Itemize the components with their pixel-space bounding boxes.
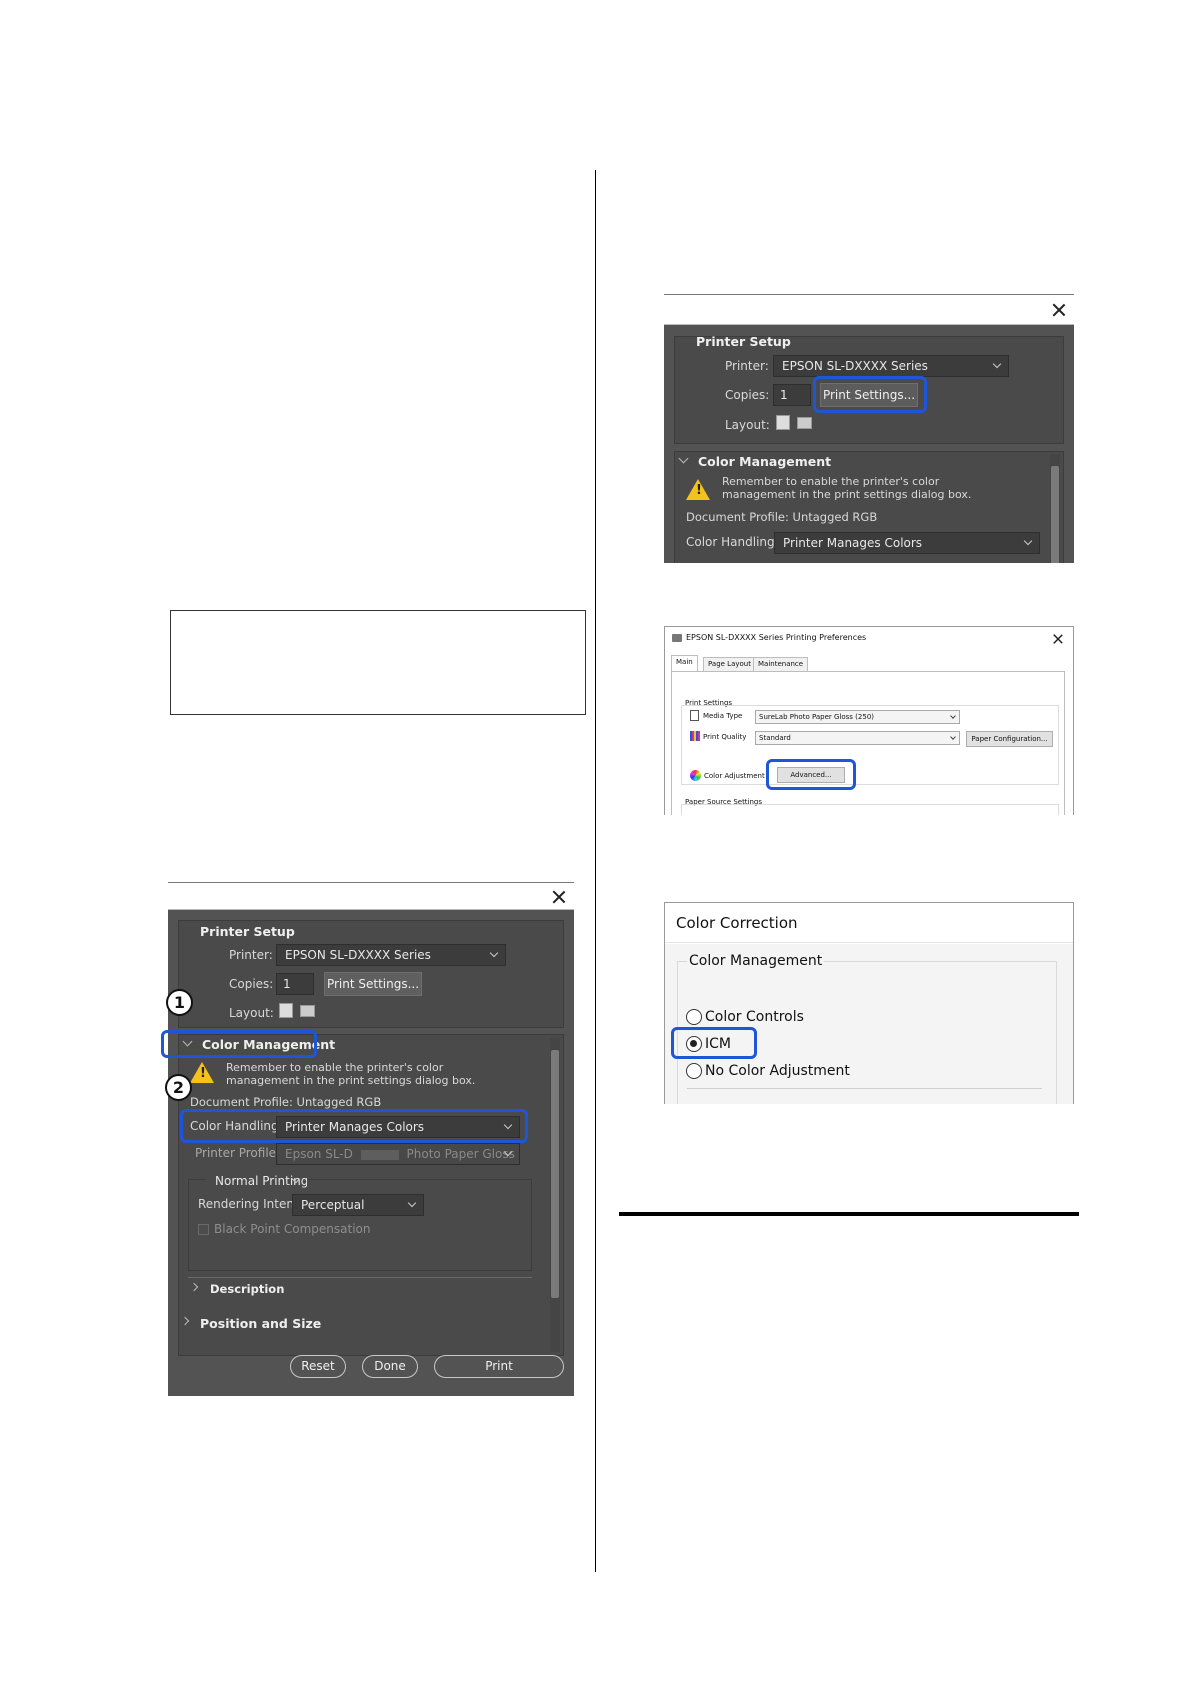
scrollbar-thumb[interactable] — [1051, 466, 1059, 563]
paper-source-group — [681, 804, 1059, 815]
document-profile-text: Document Profile: Untagged RGB — [686, 510, 878, 524]
normal-printing-select[interactable]: Normal Printing — [206, 1170, 308, 1192]
layout-label: Layout: — [229, 1006, 274, 1020]
color-controls-label[interactable]: Color Controls — [705, 1009, 804, 1025]
print-quality-select[interactable]: Standard — [755, 731, 960, 745]
color-adjustment-icon — [690, 770, 701, 781]
warning-icon: ! — [190, 1062, 214, 1083]
layout-label: Layout: — [725, 418, 770, 432]
color-management-title[interactable]: Color Management — [698, 454, 831, 469]
scrollbar-thumb[interactable] — [551, 1050, 559, 1298]
printer-select[interactable]: EPSON SL-DXXXX Series — [276, 944, 506, 966]
printer-label: Printer: — [725, 359, 769, 373]
landscape-layout-icon[interactable] — [797, 417, 812, 429]
copies-input[interactable]: 1 — [276, 973, 314, 995]
close-icon[interactable] — [1052, 303, 1066, 317]
color-correction-title: Color Correction — [676, 914, 798, 932]
note-box — [170, 610, 586, 715]
reset-button[interactable]: Reset — [290, 1355, 346, 1378]
document-profile-text: Document Profile: Untagged RGB — [190, 1095, 382, 1109]
media-type-icon — [690, 710, 699, 721]
print-settings-callout — [813, 376, 927, 413]
color-controls-radio[interactable] — [686, 1009, 702, 1025]
rendering-intent-label: Rendering Intent: — [198, 1197, 303, 1211]
warning-icon: ! — [686, 479, 710, 500]
color-handling-label: Color Handling: — [686, 535, 779, 549]
black-point-checkbox — [198, 1224, 209, 1235]
tab-main[interactable]: Main — [671, 655, 698, 671]
no-color-adjustment-radio[interactable] — [686, 1063, 702, 1079]
printer-profile-select: Epson SL-D Photo Paper Gloss — [276, 1143, 520, 1165]
media-type-select[interactable]: SureLab Photo Paper Gloss (250) — [755, 710, 960, 724]
printer-profile-text-b: Photo Paper Gloss — [406, 1147, 515, 1161]
column-divider — [595, 170, 596, 1572]
position-size-section[interactable]: Position and Size — [200, 1316, 321, 1331]
description-section[interactable]: Description — [210, 1282, 284, 1296]
dialog-titlebar — [664, 294, 1074, 325]
close-icon[interactable] — [1053, 634, 1064, 645]
print-quality-label: Print Quality — [703, 733, 747, 741]
no-color-adjustment-label[interactable]: No Color Adjustment — [705, 1063, 850, 1079]
printing-preferences-dialog: EPSON SL-DXXXX Series Printing Preferenc… — [664, 626, 1074, 815]
color-handling-select[interactable]: Printer Manages Colors — [774, 532, 1040, 554]
printer-icon — [672, 634, 682, 642]
left-print-dialog: Printer Setup Printer: EPSON SL-DXXXX Se… — [161, 882, 574, 1396]
printer-profile-text-a: Epson SL-D — [285, 1147, 353, 1161]
printer-setup-title: Printer Setup — [696, 334, 791, 349]
black-point-label: Black Point Compensation — [214, 1222, 371, 1236]
section-rule — [619, 1212, 1079, 1216]
printer-profile-label: Printer Profile: — [195, 1146, 281, 1160]
portrait-layout-icon[interactable] — [279, 1003, 293, 1018]
print-settings-button[interactable]: Print Settings... — [324, 972, 422, 996]
done-button[interactable]: Done — [362, 1355, 418, 1378]
printer-label: Printer: — [229, 948, 273, 962]
step-2-badge: 2 — [165, 1074, 192, 1101]
rendering-intent-select[interactable]: Perceptual — [292, 1194, 424, 1216]
copies-label: Copies: — [725, 388, 770, 402]
dialog-titlebar — [168, 882, 574, 910]
warning-text-line1: Remember to enable the printer's color — [722, 475, 940, 488]
warning-text-line2: management in the print settings dialog … — [226, 1074, 476, 1087]
icm-callout — [671, 1027, 757, 1059]
advanced-callout — [766, 759, 856, 790]
printer-setup-title: Printer Setup — [200, 924, 295, 939]
step-1-badge: 1 — [166, 989, 193, 1016]
landscape-layout-icon[interactable] — [300, 1005, 315, 1017]
paper-configuration-button[interactable]: Paper Configuration... — [966, 731, 1053, 747]
separator — [188, 1277, 532, 1278]
warning-text-line2: management in the print settings dialog … — [722, 488, 972, 501]
copies-label: Copies: — [229, 977, 274, 991]
tab-page-layout[interactable]: Page Layout — [703, 657, 756, 671]
separator — [687, 1088, 1042, 1089]
printer-profile-redaction — [360, 1149, 399, 1160]
media-type-label: Media Type — [703, 712, 743, 720]
color-management-group-title: Color Management — [687, 953, 825, 969]
close-icon[interactable] — [552, 890, 566, 904]
print-button[interactable]: Print — [434, 1355, 564, 1378]
right-print-dialog: Printer Setup Printer: EPSON SL-DXXXX Se… — [664, 294, 1074, 563]
dialog-title: EPSON SL-DXXXX Series Printing Preferenc… — [686, 633, 867, 642]
warning-text-line1: Remember to enable the printer's color — [226, 1061, 444, 1074]
color-correction-dialog: Color Correction Color Management Color … — [664, 902, 1074, 1104]
portrait-layout-icon[interactable] — [776, 415, 790, 430]
tab-maintenance[interactable]: Maintenance — [753, 657, 809, 671]
copies-input[interactable]: 1 — [773, 384, 811, 406]
print-quality-icon — [690, 731, 700, 741]
color-adjustment-label: Color Adjustment — [704, 772, 765, 780]
color-management-callout — [161, 1030, 317, 1058]
printer-select[interactable]: EPSON SL-DXXXX Series — [773, 355, 1009, 377]
color-handling-callout — [180, 1109, 528, 1143]
